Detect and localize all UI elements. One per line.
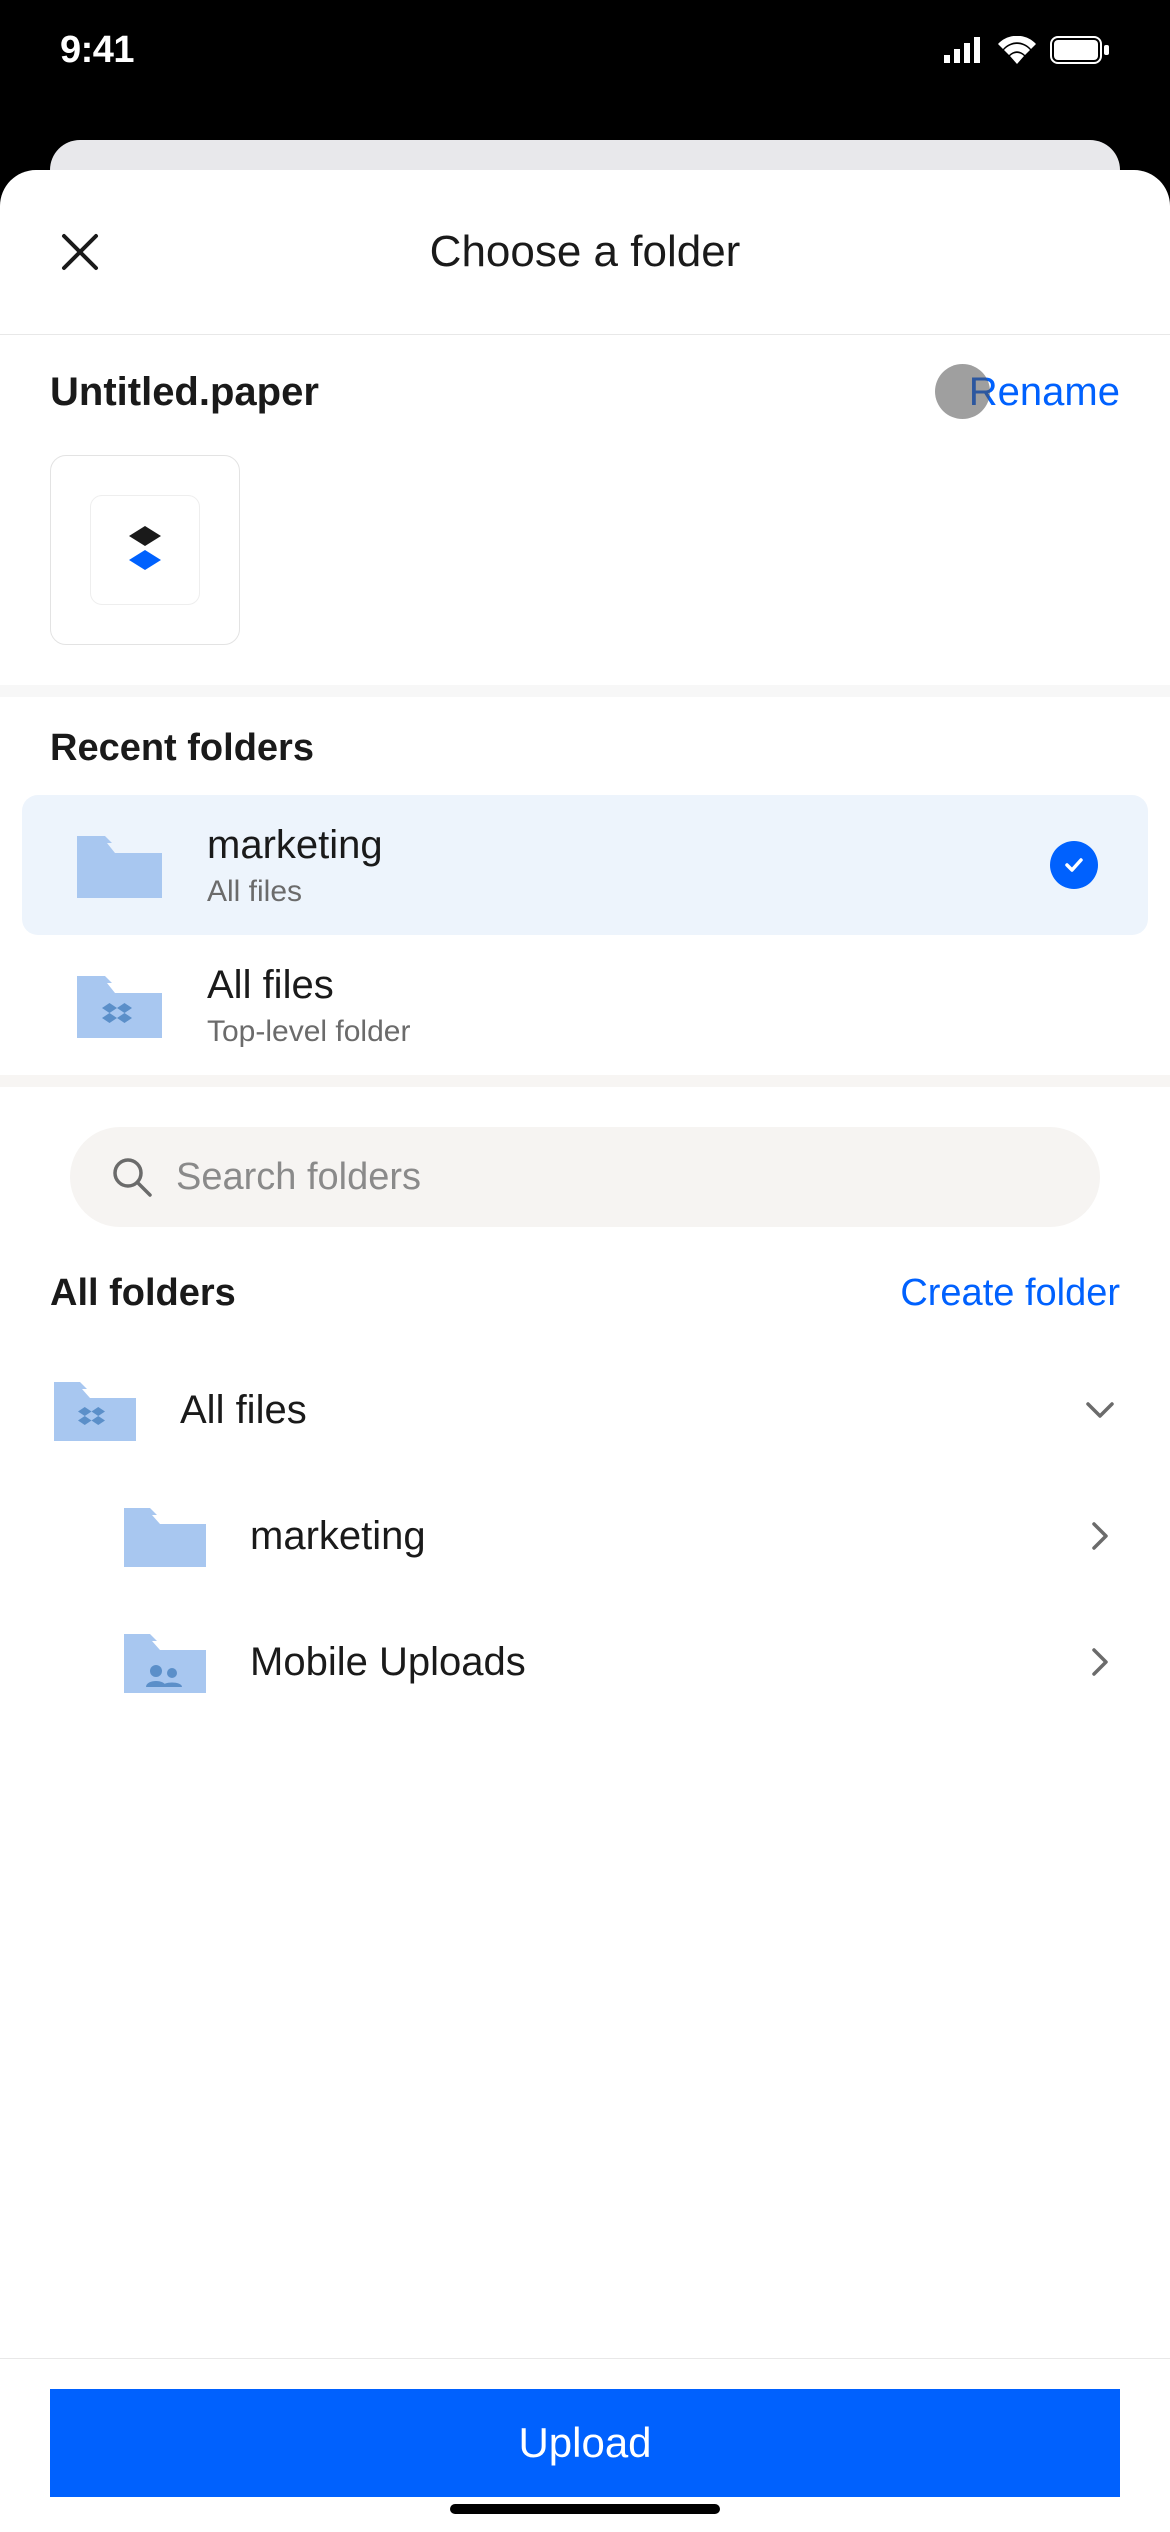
tree-item-marketing[interactable]: marketing (50, 1473, 1120, 1599)
status-bar: 9:41 (0, 0, 1170, 100)
home-indicator[interactable] (450, 2504, 720, 2514)
chevron-down-icon[interactable] (1080, 1390, 1120, 1430)
search-icon (110, 1155, 154, 1199)
folder-subtitle: All files (207, 875, 1050, 909)
wifi-icon (998, 36, 1036, 64)
dropbox-folder-icon (50, 1375, 140, 1445)
paper-doc-icon (119, 526, 171, 574)
rename-button[interactable]: Rename (969, 370, 1120, 415)
dropbox-folder-icon (72, 968, 167, 1043)
folder-text: marketing All files (207, 821, 1050, 909)
all-folders-header: All folders Create folder (50, 1272, 1120, 1315)
tree-label: All files (180, 1388, 1080, 1433)
search-placeholder: Search folders (176, 1156, 421, 1199)
cellular-icon (944, 37, 984, 63)
recent-folders-title: Recent folders (0, 727, 1170, 795)
folder-title: All files (207, 961, 1098, 1009)
close-icon (56, 228, 104, 276)
close-button[interactable] (50, 222, 110, 282)
file-row: Untitled.paper Rename (50, 370, 1120, 415)
tree-root-all-files[interactable]: All files (50, 1347, 1120, 1473)
file-thumbnail[interactable] (50, 455, 240, 645)
status-icons (944, 36, 1110, 64)
folder-title: marketing (207, 821, 1050, 869)
sheet-header: Choose a folder (0, 170, 1170, 335)
chevron-right-icon[interactable] (1080, 1642, 1120, 1682)
recent-folder-marketing[interactable]: marketing All files (22, 795, 1148, 935)
battery-icon (1050, 36, 1110, 64)
recent-section: Recent folders marketing All files All f… (0, 697, 1170, 1087)
create-folder-button[interactable]: Create folder (900, 1272, 1120, 1315)
recent-folder-all-files[interactable]: All files Top-level folder (22, 935, 1148, 1075)
folder-text: All files Top-level folder (207, 961, 1098, 1049)
tree-item-mobile-uploads[interactable]: Mobile Uploads (50, 1599, 1120, 1725)
file-thumbnail-inner (90, 495, 200, 605)
tree-label: marketing (250, 1514, 1080, 1559)
folder-icon (120, 1501, 210, 1571)
all-folders-title: All folders (50, 1272, 236, 1315)
modal-sheet: Choose a folder Untitled.paper Rename Re… (0, 170, 1170, 2532)
folder-subtitle: Top-level folder (207, 1015, 1098, 1049)
status-time: 9:41 (60, 29, 134, 72)
shared-folder-icon (120, 1627, 210, 1697)
tree-label: Mobile Uploads (250, 1640, 1080, 1685)
folder-icon (72, 828, 167, 903)
search-input[interactable]: Search folders (70, 1127, 1100, 1227)
check-icon (1062, 853, 1086, 877)
upload-button[interactable]: Upload (50, 2389, 1120, 2497)
sheet-title: Choose a folder (50, 227, 1120, 277)
all-folders-section: Search folders All folders Create folder… (0, 1087, 1170, 2358)
file-section: Untitled.paper Rename (0, 335, 1170, 697)
selected-check (1050, 841, 1098, 889)
file-name: Untitled.paper (50, 370, 319, 415)
chevron-right-icon[interactable] (1080, 1516, 1120, 1556)
